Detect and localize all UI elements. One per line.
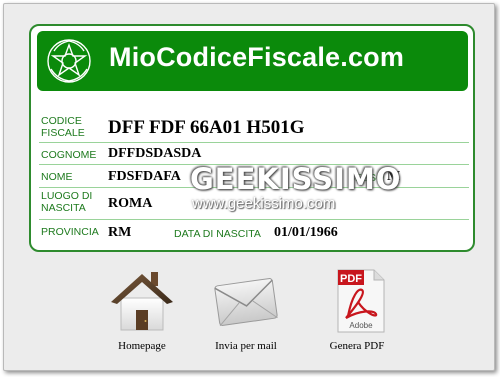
nome-label: NOME	[41, 171, 73, 183]
data-nascita-label: DATA DI NASCITA	[174, 228, 261, 240]
luogo-nascita-value: ROMA	[108, 196, 153, 211]
mail-envelope-icon	[214, 278, 278, 327]
send-mail-label: Invia per mail	[215, 340, 277, 352]
homepage-button[interactable]: Homepage	[87, 266, 197, 356]
cognome-label: COGNOME	[41, 149, 97, 161]
luogo-nascita-label: LUOGO DI NASCITA	[41, 190, 93, 214]
adobe-brand-text: Adobe	[349, 321, 373, 330]
codice-fiscale-label: CODICE FISCALE	[41, 115, 85, 139]
nome-value: FDSFDAFA	[108, 169, 181, 184]
row-divider	[39, 142, 469, 143]
adobe-pdf-icon: PDF Adobe	[337, 269, 385, 333]
data-nascita-value: 01/01/1966	[274, 225, 338, 240]
fiscal-code-card: MioCodiceFiscale.com CODICE FISCALE DFF …	[29, 24, 475, 252]
codice-fiscale-value: DFF FDF 66A01 H501G	[108, 117, 305, 138]
screenshot-frame: MioCodiceFiscale.com CODICE FISCALE DFF …	[3, 3, 495, 371]
generate-pdf-label: Genera PDF	[329, 340, 385, 352]
home-icon	[111, 272, 173, 331]
italian-emblem-icon	[47, 39, 91, 83]
homepage-label: Homepage	[118, 340, 166, 352]
watermark-url: www.geekissimo.com	[192, 195, 336, 212]
pdf-badge-text: PDF	[340, 273, 362, 285]
send-mail-button[interactable]: Invia per mail	[191, 266, 301, 356]
watermark-brand: GEEKISSIMO	[190, 162, 402, 196]
row-divider	[39, 219, 469, 220]
provincia-label: PROVINCIA	[41, 226, 99, 238]
generate-pdf-button[interactable]: PDF Adobe Genera PDF	[302, 266, 412, 356]
provincia-value: RM	[108, 225, 132, 240]
site-title: MioCodiceFiscale.com	[109, 42, 405, 72]
card-header: MioCodiceFiscale.com	[37, 31, 468, 91]
cognome-value: DFFDSDASDA	[108, 146, 202, 161]
